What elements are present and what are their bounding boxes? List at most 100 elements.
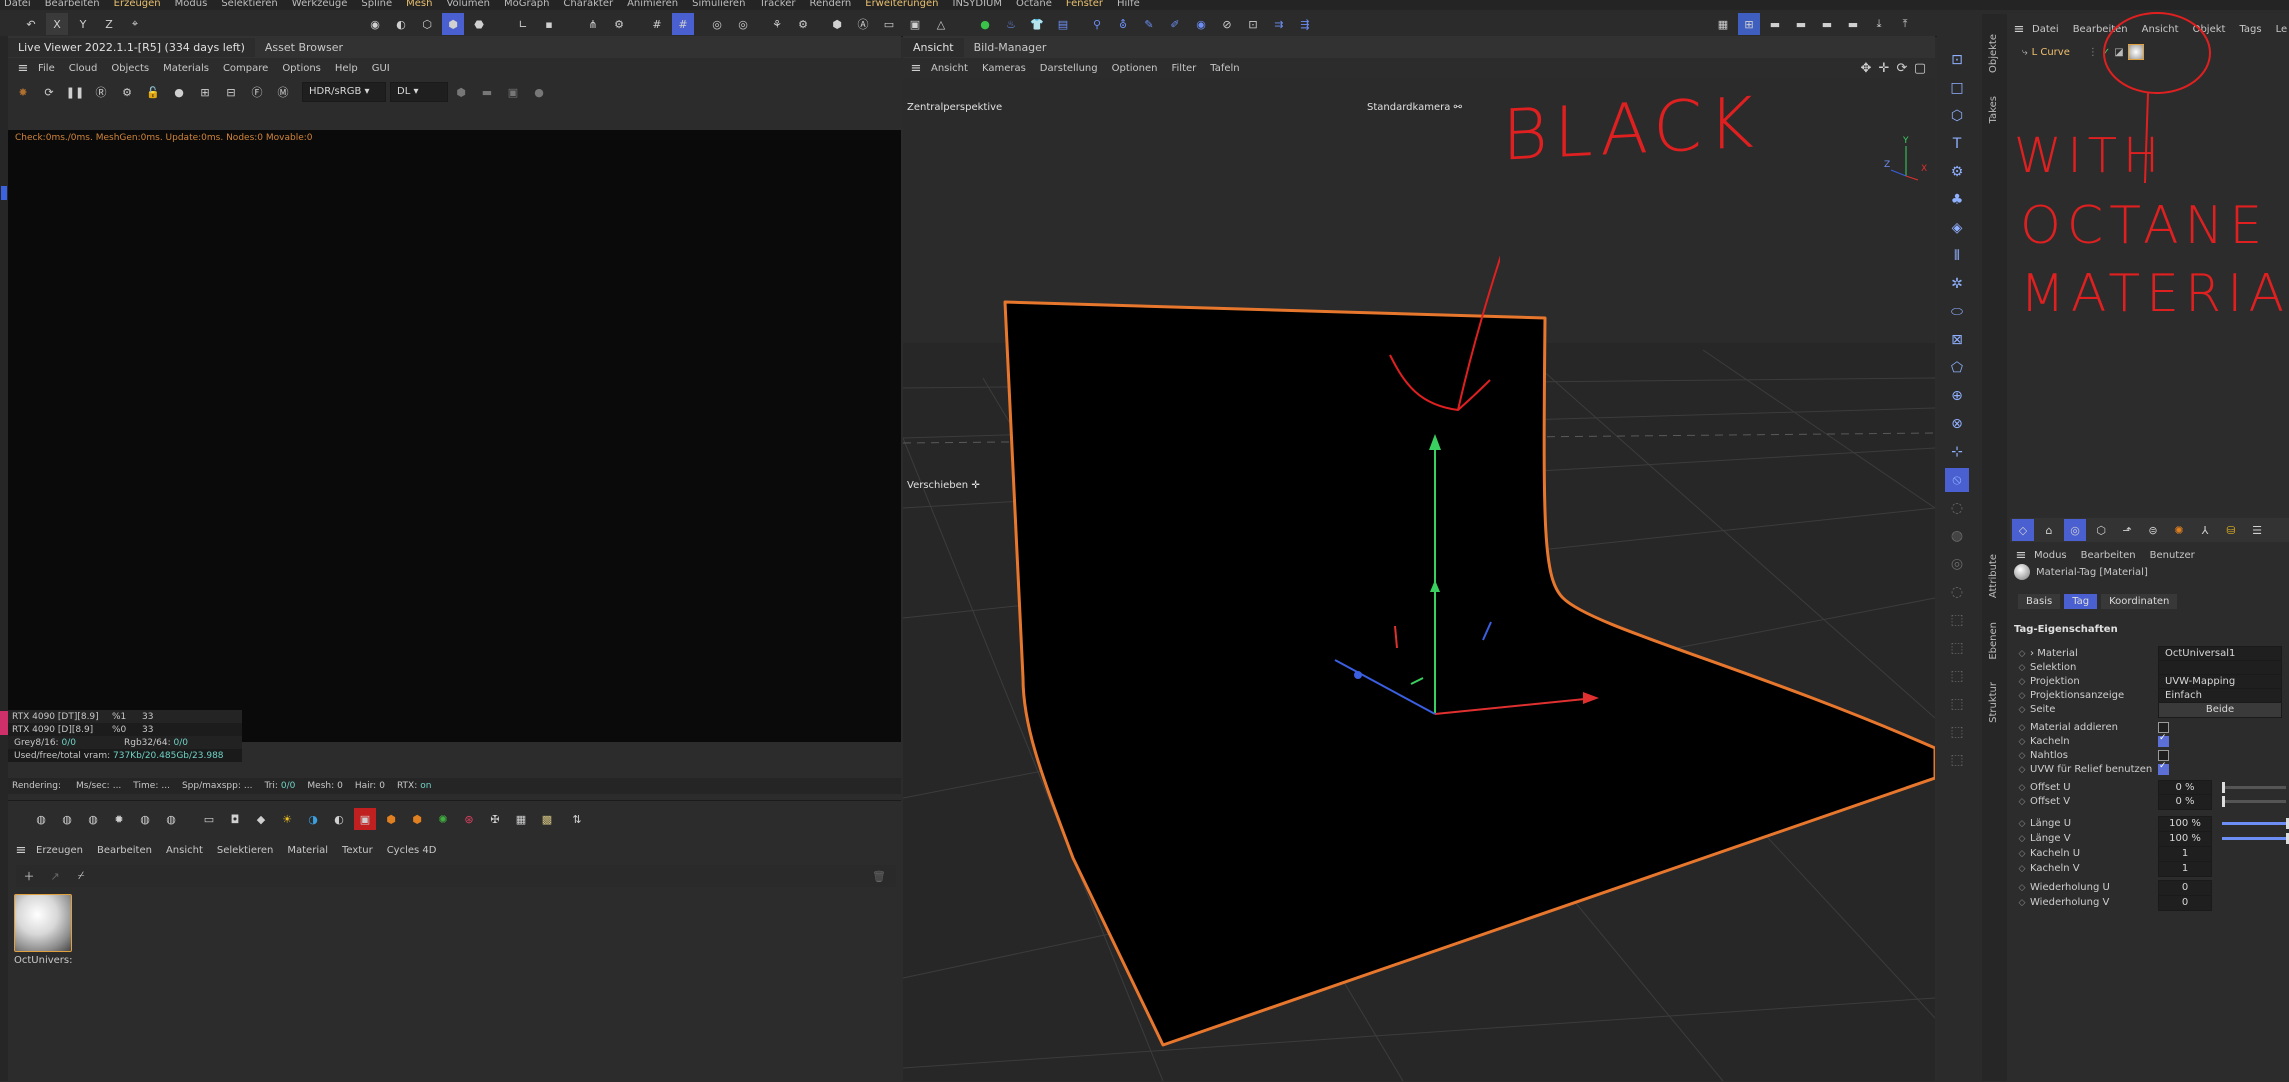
lv-menu-item-3[interactable]: Materials [163, 63, 209, 74]
mat-tool-17-icon[interactable]: ✠ [484, 808, 506, 830]
attr-mode-cube-icon[interactable]: ⬡ [2090, 519, 2112, 541]
share-icon[interactable]: ⤒ [1894, 13, 1916, 35]
mat-menu-item-3[interactable]: Selektieren [217, 845, 273, 856]
attr-mode-db-icon[interactable]: ⛁ [2220, 519, 2242, 541]
lv-menu-item-7[interactable]: GUI [372, 63, 390, 74]
menu-item-werkzeuge[interactable]: Werkzeuge [292, 0, 348, 9]
grid-snap-icon[interactable]: # [672, 13, 694, 35]
light-prim-icon[interactable]: ⊗ [1945, 412, 1969, 436]
gen-icon[interactable]: ⚙ [1945, 160, 1969, 184]
render-active-icon[interactable]: Ⓐ [852, 13, 874, 35]
prop-checkbox[interactable] [2158, 761, 2169, 775]
points-mode-icon[interactable]: ⬢ [442, 13, 464, 35]
mat-tool-14-icon[interactable]: ⬢ [406, 808, 428, 830]
prop-value-button[interactable]: Beide [2158, 701, 2282, 718]
deformer-icon[interactable]: ✲ [1945, 272, 1969, 296]
animate-diamond-icon[interactable]: ◇ [2014, 751, 2030, 761]
workplane-icon[interactable]: ▪ [538, 13, 560, 35]
lv-menu-item-6[interactable]: Help [335, 63, 358, 74]
menu-item-selektieren[interactable]: Selektieren [221, 0, 277, 9]
render-to-picture-icon[interactable]: ▣ [904, 13, 926, 35]
axis-x-toggle[interactable]: X [46, 13, 68, 35]
menu-item-bearbeiten[interactable]: Bearbeiten [45, 0, 100, 9]
tab-attribute[interactable]: Attribute [1988, 554, 1999, 598]
om-menu-item-0[interactable]: Datei [2032, 24, 2059, 35]
red-tool-icon[interactable] [0, 711, 8, 735]
attr-tab-basis[interactable]: Basis [2018, 594, 2061, 609]
animate-diamond-icon[interactable]: ◇ [2014, 677, 2030, 687]
attr-menu-item-2[interactable]: Benutzer [2150, 550, 2195, 561]
prop-value-field[interactable]: 0 [2158, 894, 2212, 911]
move-view-icon[interactable]: ✛ [1875, 59, 1893, 77]
trash-icon[interactable]: 🗑 [868, 865, 890, 887]
animate-diamond-icon[interactable]: ◇ [2014, 737, 2030, 747]
mat-tool-5-icon[interactable]: ◍ [134, 808, 156, 830]
spline-gen-icon[interactable]: ⫴ [1945, 244, 1969, 268]
prohibit-icon[interactable]: ⊘ [1216, 13, 1238, 35]
object-mode-icon[interactable]: ⬡ [416, 13, 438, 35]
prop-slider[interactable] [2222, 818, 2289, 829]
mat-tool-3-icon[interactable]: ◍ [82, 808, 104, 830]
text-icon[interactable]: T [1945, 132, 1969, 156]
menu-item-fenster[interactable]: Fenster [1066, 0, 1103, 9]
hamburger-icon[interactable]: ≡ [2010, 20, 2028, 38]
symmetry-icon[interactable]: ⚘ [766, 13, 788, 35]
film-icon[interactable]: ▬ [1842, 13, 1864, 35]
menu-item-erzeugen[interactable]: Erzeugen [114, 0, 161, 9]
render-region-icon[interactable]: ⬢ [826, 13, 848, 35]
mat-tool-4-icon[interactable]: ✹ [108, 808, 130, 830]
tab-ansicht[interactable]: Ansicht [903, 37, 964, 57]
menu-item-insydium[interactable]: INSYDIUM [953, 0, 1002, 9]
mat-tool-7-icon[interactable]: ▭ [198, 808, 220, 830]
tab-objekte[interactable]: Objekte [1988, 34, 1999, 73]
material-swatch[interactable] [14, 894, 72, 952]
axis-y-toggle[interactable]: Y [72, 13, 94, 35]
menu-item-charakter[interactable]: Charakter [563, 0, 613, 9]
misc-5-icon[interactable]: ⬚ [1945, 720, 1969, 744]
camera-label[interactable]: Standardkamera ⚯ [1367, 102, 1462, 113]
model-mode-icon[interactable]: ◉ [364, 13, 386, 35]
node-icon[interactable]: ⇶ [1294, 13, 1316, 35]
brush-tool-icon[interactable]: ⦸ [1945, 468, 1969, 492]
attr-mode-gear-icon[interactable]: ✺ [2168, 519, 2190, 541]
mat-tool-8-icon[interactable]: ◘ [224, 808, 246, 830]
vp-menu-item-1[interactable]: Kameras [982, 63, 1026, 74]
simulation-icon[interactable]: ▤ [1052, 13, 1074, 35]
mat-tool-2-icon[interactable]: ◍ [56, 808, 78, 830]
cloth-icon[interactable]: 👕 [1026, 13, 1048, 35]
menu-item-spline[interactable]: Spline [361, 0, 392, 9]
mat-tool-15-icon[interactable]: ✺ [432, 808, 454, 830]
region-render-icon[interactable]: Ⓡ [90, 81, 112, 103]
clapper-render-icon[interactable]: ▬ [1816, 13, 1838, 35]
paint-icon[interactable]: ✐ [1164, 13, 1186, 35]
field-icon[interactable]: ⬭ [1945, 300, 1969, 324]
connect-icon[interactable]: ⇉ [1268, 13, 1290, 35]
color-mode-select[interactable]: HDR/sRGB ▾ [302, 82, 386, 102]
mat-menu-item-5[interactable]: Textur [342, 845, 373, 856]
sphere-icon[interactable]: ● [168, 81, 190, 103]
snap-icon[interactable]: ⋔ [582, 13, 604, 35]
attr-menu-item-1[interactable]: Bearbeiten [2081, 550, 2136, 561]
edges-mode-icon[interactable]: ⬣ [468, 13, 490, 35]
snapshot-icon[interactable]: ▣ [502, 81, 524, 103]
prop-slider-knob[interactable] [2222, 796, 2225, 807]
lock-axis-icon[interactable]: ◎ [732, 13, 754, 35]
sel-tool-2-icon[interactable]: ◍ [1945, 524, 1969, 548]
attr-menu-item-0[interactable]: Modus [2034, 550, 2067, 561]
effector-icon[interactable]: ◈ [1945, 216, 1969, 240]
animate-diamond-icon[interactable]: ◇ [2014, 849, 2030, 859]
animate-diamond-icon[interactable]: ◇ [2014, 649, 2030, 659]
animate-diamond-icon[interactable]: ◇ [2014, 663, 2030, 673]
mat-tool-12-icon[interactable]: ▣ [354, 808, 376, 830]
mograph-icon[interactable]: ⊹ [1945, 440, 1969, 464]
mat-tool-11-icon[interactable]: ◐ [328, 808, 350, 830]
vp-menu-item-4[interactable]: Filter [1171, 63, 1196, 74]
misc-2-icon[interactable]: ⬚ [1945, 636, 1969, 660]
menu-item-volumen[interactable]: Volumen [446, 0, 490, 9]
octane-live-icon[interactable]: ● [974, 13, 996, 35]
tab-ebenen[interactable]: Ebenen [1988, 622, 1999, 660]
menu-item-hilfe[interactable]: Hilfe [1117, 0, 1140, 9]
hamburger-icon[interactable]: ≡ [14, 59, 32, 77]
quantize-icon[interactable]: ◎ [706, 13, 728, 35]
animate-diamond-icon[interactable]: ◇ [2014, 864, 2030, 874]
